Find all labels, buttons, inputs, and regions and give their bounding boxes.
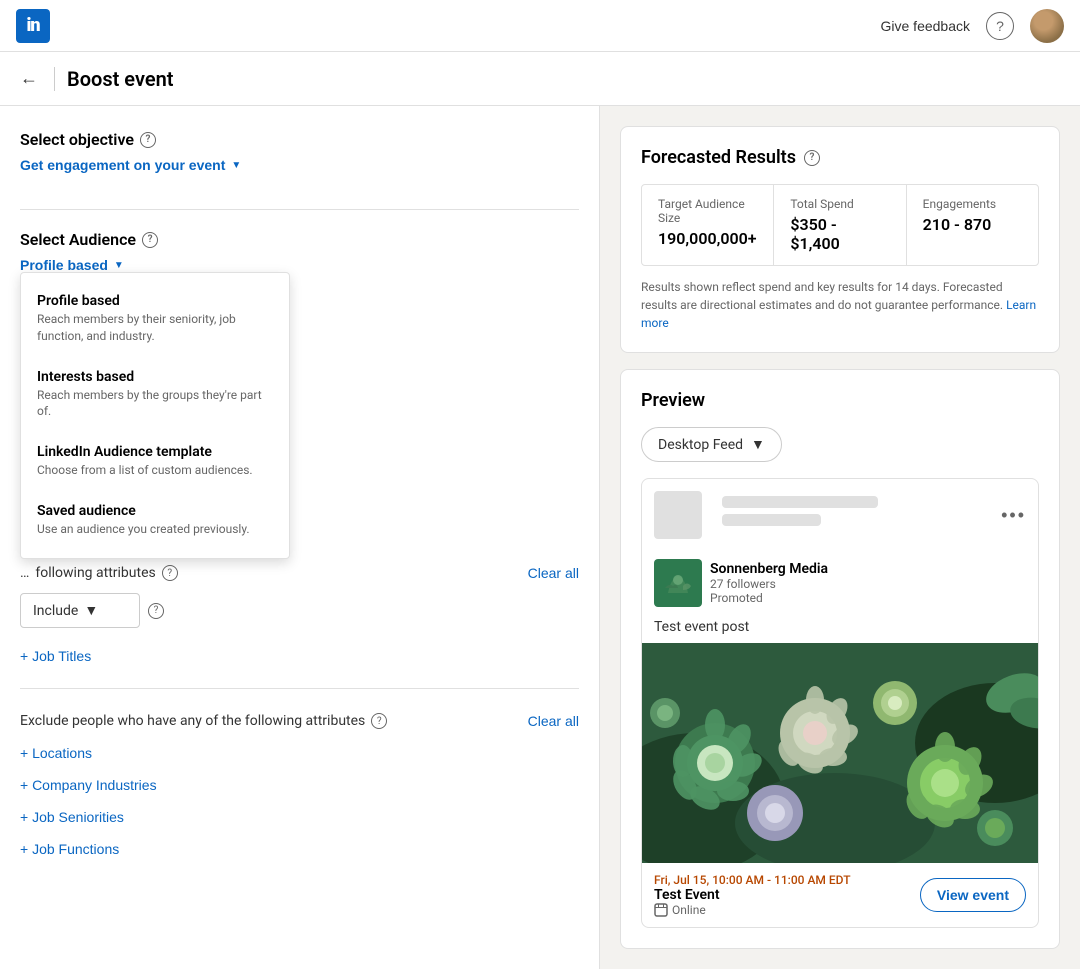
event-date: Fri, Jul 15, 10:00 AM - 11:00 AM EDT — [654, 873, 920, 887]
metric-total-spend: Total Spend $350 - $1,400 — [774, 185, 906, 265]
event-location: Online — [654, 903, 920, 917]
dropdown-item-saved-title: Saved audience — [37, 503, 273, 519]
header-divider — [54, 67, 55, 91]
location-select[interactable]: Include ▼ — [20, 593, 140, 628]
post-author-row: Sonnenberg Media 27 followers Promoted — [654, 559, 828, 607]
dropdown-item-interests[interactable]: Interests based Reach members by the gro… — [21, 357, 289, 433]
dropdown-item-interests-desc: Reach members by the groups they're part… — [37, 387, 273, 421]
top-nav: in Give feedback ? — [0, 0, 1080, 52]
dropdown-item-saved[interactable]: Saved audience Use an audience you creat… — [21, 491, 289, 550]
attributes-section: … following attributes ? Clear all Inclu… — [20, 565, 579, 668]
objective-title: Select objective ? — [20, 130, 579, 149]
audience-info-icon[interactable]: ? — [142, 232, 158, 248]
back-button[interactable]: ← — [16, 64, 42, 93]
attributes-header: … following attributes ? Clear all — [20, 565, 579, 581]
exclude-section: Exclude people who have any of the follo… — [20, 713, 579, 861]
feed-select[interactable]: Desktop Feed ▼ — [641, 427, 782, 462]
post-card: ••• Sonnen — [641, 478, 1039, 928]
dropdown-item-template-title: LinkedIn Audience template — [37, 444, 273, 460]
page-title: Boost event — [67, 67, 173, 91]
dropdown-item-interests-title: Interests based — [37, 369, 273, 385]
placeholder-bars — [710, 496, 993, 534]
metric-audience-label: Target Audience Size — [658, 197, 757, 225]
metric-spend-value: $350 - $1,400 — [790, 215, 889, 253]
add-job-titles-button[interactable]: + Job Titles — [20, 644, 91, 668]
post-event-footer: Fri, Jul 15, 10:00 AM - 11:00 AM EDT Tes… — [642, 863, 1038, 927]
post-author-promoted: Promoted — [710, 591, 828, 605]
audience-title: Select Audience ? — [20, 230, 579, 249]
dropdown-item-profile-title: Profile based — [37, 293, 273, 309]
preview-title: Preview — [641, 390, 1039, 411]
post-author-info: Sonnenberg Media 27 followers Promoted — [710, 561, 828, 605]
preview-card: Preview Desktop Feed ▼ ••• — [620, 369, 1060, 949]
forecasted-info-icon[interactable]: ? — [804, 150, 820, 166]
avatar[interactable] — [1030, 9, 1064, 43]
add-company-industries-button[interactable]: + Company Industries — [20, 773, 157, 797]
metric-spend-label: Total Spend — [790, 197, 889, 211]
location-info-icon[interactable]: ? — [148, 603, 164, 619]
page-header: ← Boost event — [0, 52, 1080, 106]
metric-engagements-label: Engagements — [923, 197, 1022, 211]
forecasted-note: Results shown reflect spend and key resu… — [641, 278, 1039, 332]
audience-dropdown-trigger[interactable]: Profile based ▼ — [20, 257, 124, 273]
add-job-functions-button[interactable]: + Job Functions — [20, 837, 119, 861]
placeholder-avatar — [654, 491, 702, 539]
post-author-name: Sonnenberg Media — [710, 561, 828, 577]
add-locations-button[interactable]: + Locations — [20, 741, 92, 765]
post-placeholder-section: ••• — [642, 479, 1038, 547]
view-event-button[interactable]: View event — [920, 878, 1026, 912]
metrics-row: Target Audience Size 190,000,000+ Total … — [641, 184, 1039, 266]
audience-arrow-icon: ▼ — [114, 260, 124, 271]
metric-engagements: Engagements 210 - 870 — [907, 185, 1038, 265]
objective-arrow-icon: ▼ — [231, 160, 241, 171]
nav-right: Give feedback ? — [881, 9, 1065, 43]
forecasted-card: Forecasted Results ? Target Audience Siz… — [620, 126, 1060, 353]
post-author-header: Sonnenberg Media 27 followers Promoted — [642, 547, 1038, 619]
metric-audience-value: 190,000,000+ — [658, 229, 757, 248]
objective-section: Select objective ? Get engagement on you… — [20, 130, 579, 189]
section-divider-2 — [20, 688, 579, 689]
event-info: Fri, Jul 15, 10:00 AM - 11:00 AM EDT Tes… — [654, 873, 920, 917]
dropdown-item-template[interactable]: LinkedIn Audience template Choose from a… — [21, 432, 289, 491]
feed-select-arrow-icon: ▼ — [751, 436, 765, 453]
main-layout: Select objective ? Get engagement on you… — [0, 106, 1080, 969]
help-icon[interactable]: ? — [986, 12, 1014, 40]
attributes-label: … following attributes ? — [20, 565, 178, 581]
objective-info-icon[interactable]: ? — [140, 132, 156, 148]
post-image — [642, 643, 1038, 863]
location-select-row: Include ▼ ? — [20, 593, 579, 628]
exclude-label: Exclude people who have any of the follo… — [20, 713, 387, 729]
post-author-avatar — [654, 559, 702, 607]
exclude-header: Exclude people who have any of the follo… — [20, 713, 579, 729]
select-arrow-icon: ▼ — [84, 602, 98, 619]
metric-engagements-value: 210 - 870 — [923, 215, 1022, 234]
metric-audience-size: Target Audience Size 190,000,000+ — [642, 185, 774, 265]
nav-left: in — [16, 9, 50, 43]
audience-section: Select Audience ? Profile based ▼ Profil… — [20, 230, 579, 285]
post-body-text: Test event post — [642, 619, 1038, 643]
objective-dropdown[interactable]: Get engagement on your event ▼ — [20, 157, 241, 173]
post-more-button[interactable]: ••• — [1001, 505, 1026, 526]
add-job-seniorities-button[interactable]: + Job Seniorities — [20, 805, 124, 829]
give-feedback-button[interactable]: Give feedback — [881, 18, 971, 34]
section-divider-1 — [20, 209, 579, 210]
clear-all-button[interactable]: Clear all — [528, 565, 579, 581]
dropdown-item-profile[interactable]: Profile based Reach members by their sen… — [21, 281, 289, 357]
exclude-info-icon[interactable]: ? — [371, 713, 387, 729]
dropdown-item-profile-desc: Reach members by their seniority, job fu… — [37, 311, 273, 345]
placeholder-bar-1 — [722, 496, 878, 508]
event-title: Test Event — [654, 887, 920, 903]
dropdown-item-template-desc: Choose from a list of custom audiences. — [37, 462, 273, 479]
forecasted-title: Forecasted Results ? — [641, 147, 1039, 168]
post-author-followers: 27 followers — [710, 577, 828, 591]
exclude-clear-all-button[interactable]: Clear all — [528, 713, 579, 729]
placeholder-bar-2 — [722, 514, 821, 526]
attributes-info-icon[interactable]: ? — [162, 565, 178, 581]
avatar-image — [1030, 9, 1064, 43]
right-panel: Forecasted Results ? Target Audience Siz… — [600, 106, 1080, 969]
dropdown-item-saved-desc: Use an audience you created previously. — [37, 521, 273, 538]
audience-dropdown-menu: Profile based Reach members by their sen… — [20, 272, 290, 559]
left-panel: Select objective ? Get engagement on you… — [0, 106, 600, 969]
linkedin-logo: in — [16, 9, 50, 43]
